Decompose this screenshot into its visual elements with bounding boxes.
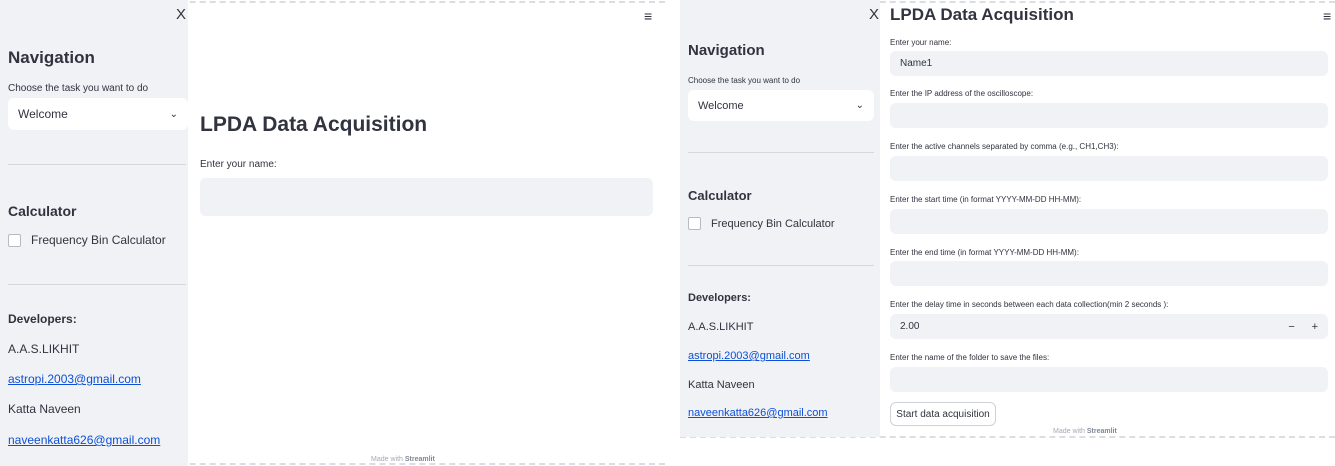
start-time-field-label: Enter the start time (in format YYYY-MM-… (890, 195, 1082, 204)
calculator-title: Calculator (688, 188, 752, 203)
footer-prefix: Made with (371, 456, 403, 463)
end-time-input[interactable] (890, 261, 1328, 286)
delay-value: 2.00 (900, 321, 920, 332)
task-select-label: Choose the task you want to do (8, 83, 149, 94)
chevron-down-icon: ⌄ (169, 108, 178, 120)
checkbox-label: Frequency Bin Calculator (31, 233, 166, 247)
developer-name: Katta Naveen (8, 402, 81, 416)
task-select-value: Welcome (698, 99, 744, 112)
name-input-value: Name1 (900, 58, 933, 69)
developers-label: Developers: (8, 312, 77, 326)
footer-brand: Streamlit (404, 456, 435, 463)
menu-icon[interactable]: ≡ (1323, 8, 1331, 24)
close-sidebar-icon[interactable]: X (176, 6, 186, 23)
frequency-bin-checkbox[interactable]: Frequency Bin Calculator (8, 233, 166, 247)
ip-field-label: Enter the IP address of the oscilloscope… (890, 89, 1034, 98)
delay-number-input[interactable]: 2.00 − + (890, 314, 1328, 339)
developer-name: A.A.S.LIKHIT (688, 321, 754, 333)
checkbox-icon (688, 217, 701, 230)
page-title: LPDA Data Acquisition (890, 5, 1074, 24)
name-field-label: Enter your name: (890, 38, 952, 47)
start-time-input[interactable] (890, 209, 1328, 234)
close-sidebar-icon[interactable]: X (869, 6, 879, 23)
sidebar: X Navigation Choose the task you want to… (680, 0, 880, 437)
checkbox-label: Frequency Bin Calculator (711, 217, 835, 230)
made-with-streamlit-footer[interactable]: Made with Streamlit (371, 456, 435, 463)
checkbox-icon (8, 233, 21, 247)
frequency-bin-checkbox[interactable]: Frequency Bin Calculator (688, 217, 835, 230)
made-with-streamlit-footer[interactable]: Made with Streamlit (1053, 428, 1117, 435)
page-title: LPDA Data Acquisition (200, 113, 428, 136)
end-time-field-label: Enter the end time (in format YYYY-MM-DD… (890, 248, 1079, 257)
developer-email-link[interactable]: astropi.2003@gmail.com (8, 372, 141, 386)
increment-button[interactable]: + (1312, 321, 1318, 333)
developer-email-link[interactable]: naveenkatta626@gmail.com (8, 433, 160, 447)
name-field-label: Enter your name: (200, 159, 277, 170)
right-screenshot: X Navigation Choose the task you want to… (680, 0, 1335, 466)
ip-address-input[interactable] (890, 103, 1328, 128)
start-acquisition-button[interactable]: Start data acquisition (890, 402, 996, 426)
footer-brand: Streamlit (1086, 428, 1117, 435)
task-select-value: Welcome (18, 107, 68, 121)
task-select[interactable]: Welcome ⌄ (8, 98, 188, 130)
name-input[interactable] (200, 178, 653, 216)
developer-name: Katta Naveen (688, 379, 755, 391)
decrement-button[interactable]: − (1288, 321, 1294, 333)
sidebar-divider (688, 265, 874, 266)
name-input[interactable]: Name1 (890, 51, 1328, 76)
channels-input[interactable] (890, 156, 1328, 181)
sidebar-divider (688, 152, 874, 153)
delay-field-label: Enter the delay time in seconds between … (890, 300, 1169, 309)
folder-field-label: Enter the name of the folder to save the… (890, 353, 1050, 362)
task-select[interactable]: Welcome ⌄ (688, 90, 874, 121)
developer-email-link[interactable]: astropi.2003@gmail.com (688, 350, 810, 362)
sidebar-divider (8, 164, 186, 165)
channels-field-label: Enter the active channels separated by c… (890, 142, 1119, 151)
developer-name: A.A.S.LIKHIT (8, 342, 80, 356)
left-screenshot: X Navigation Choose the task you want to… (0, 0, 665, 466)
footer-prefix: Made with (1053, 428, 1085, 435)
navigation-title: Navigation (688, 42, 765, 59)
menu-icon[interactable]: ≡ (644, 8, 652, 24)
developers-label: Developers: (688, 292, 751, 304)
sidebar: X Navigation Choose the task you want to… (0, 0, 188, 466)
developer-email-link[interactable]: naveenkatta626@gmail.com (688, 407, 828, 419)
task-select-label: Choose the task you want to do (688, 76, 801, 85)
folder-name-input[interactable] (890, 367, 1328, 392)
chevron-down-icon: ⌄ (855, 100, 864, 111)
delay-stepper: − + (1274, 321, 1318, 333)
calculator-title: Calculator (8, 203, 77, 219)
navigation-title: Navigation (8, 48, 95, 67)
sidebar-divider (8, 284, 186, 285)
